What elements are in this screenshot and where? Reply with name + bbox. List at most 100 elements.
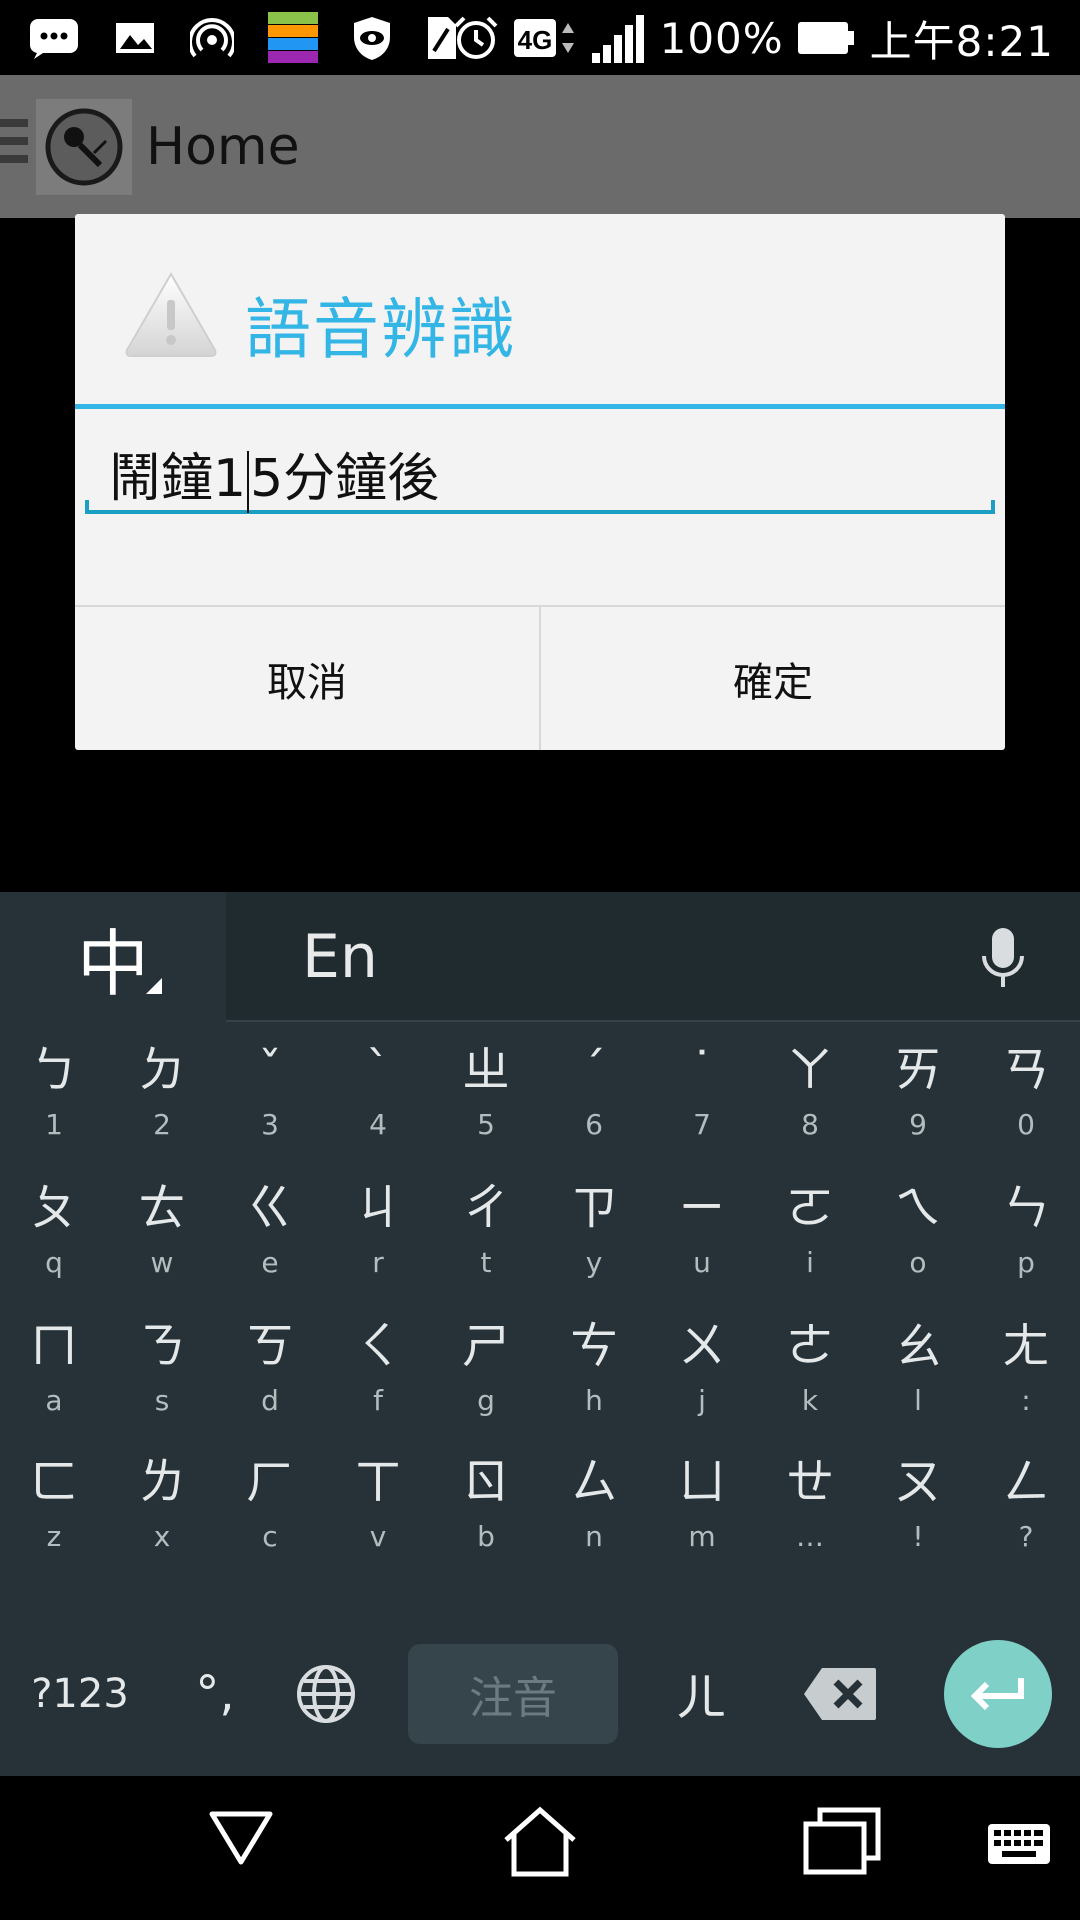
- key-zhuyin-label: ㄛ: [785, 1180, 834, 1236]
- keyboard-key[interactable]: ㄈz: [0, 1434, 108, 1570]
- key-alt-label: l: [914, 1384, 922, 1417]
- key-zhuyin-label: ㄔ: [461, 1180, 510, 1236]
- key-zhuyin-label: ㄖ: [461, 1454, 510, 1510]
- keyboard-key[interactable]: ㄍe: [216, 1160, 324, 1296]
- speech-text-input[interactable]: 鬧鐘15分鐘後: [85, 434, 995, 514]
- key-zhuyin-label: ㄗ: [569, 1180, 618, 1236]
- keyboard-key[interactable]: ㄥ?: [972, 1434, 1080, 1570]
- signal-icon: [591, 13, 646, 63]
- svg-text:4G: 4G: [517, 25, 552, 55]
- key-alt-label: 3: [261, 1108, 279, 1141]
- keyboard-key[interactable]: ㄐr: [324, 1160, 432, 1296]
- key-alt-label: 4: [369, 1108, 387, 1141]
- keyboard-key[interactable]: ㄅ1: [0, 1022, 108, 1158]
- keyboard-key[interactable]: ㄞ9: [864, 1022, 972, 1158]
- keyboard-key[interactable]: ˊ6: [540, 1022, 648, 1158]
- keyboard-key[interactable]: ㄘh: [540, 1298, 648, 1434]
- keyboard-key[interactable]: ㄙn: [540, 1434, 648, 1570]
- keyboard-key[interactable]: ㄠl: [864, 1298, 972, 1434]
- back-icon[interactable]: [206, 1806, 276, 1872]
- keyboard-key[interactable]: ㄩm: [648, 1434, 756, 1570]
- key-zhuyin-label: ㄒ: [353, 1454, 402, 1510]
- keyboard-icon[interactable]: [988, 1824, 1050, 1868]
- key-alt-label: …: [796, 1520, 824, 1553]
- keyboard-key[interactable]: ㄑf: [324, 1298, 432, 1434]
- keyboard-key[interactable]: ㄣp: [972, 1160, 1080, 1296]
- keyboard-key[interactable]: ㄏc: [216, 1434, 324, 1570]
- key-alt-label: g: [477, 1384, 495, 1417]
- key-zhuyin-label: ㄉ: [137, 1042, 186, 1098]
- keyboard-key[interactable]: ˙ 7: [648, 1022, 756, 1158]
- keyboard-key[interactable]: ㄨj: [648, 1298, 756, 1434]
- keyboard-key[interactable]: ㄛi: [756, 1160, 864, 1296]
- keyboard-key[interactable]: ㄇa: [0, 1298, 108, 1434]
- keyboard-key[interactable]: ㄜk: [756, 1298, 864, 1434]
- keyboard-key[interactable]: ˋ4: [324, 1022, 432, 1158]
- keyboard-key[interactable]: ㄎd: [216, 1298, 324, 1434]
- key-alt-label: f: [373, 1384, 383, 1417]
- key-alt-label: r: [372, 1246, 384, 1279]
- space-key-label: 注音: [408, 1644, 618, 1744]
- keyboard-key[interactable]: ㄌx: [108, 1434, 216, 1570]
- page-title: Home: [146, 117, 300, 177]
- key-alt-label: 0: [1017, 1108, 1035, 1141]
- er-key[interactable]: ㄦ: [650, 1612, 752, 1776]
- status-bar: 4G 100% 上午8:21: [0, 0, 1080, 75]
- mode-chinese-label: 中: [76, 921, 149, 1006]
- key-alt-label: z: [46, 1520, 62, 1553]
- enter-key[interactable]: [944, 1612, 1052, 1776]
- symbols-key[interactable]: ?123: [0, 1612, 160, 1776]
- keyboard-key[interactable]: ㄉ2: [108, 1022, 216, 1158]
- keyboard-row: ㄆqㄊwㄍeㄐrㄔtㄗyㄧuㄛiㄟoㄣp: [0, 1160, 1080, 1296]
- keyboard-key[interactable]: ㄡ!: [864, 1434, 972, 1570]
- space-key[interactable]: 注音: [408, 1612, 618, 1776]
- keyboard-key[interactable]: ㄟo: [864, 1160, 972, 1296]
- key-alt-label: k: [801, 1384, 819, 1417]
- keyboard-key[interactable]: ㄚ8: [756, 1022, 864, 1158]
- recents-icon[interactable]: [802, 1806, 882, 1880]
- key-alt-label: 9: [909, 1108, 927, 1141]
- key-zhuyin-label: ˙: [690, 1042, 714, 1098]
- drawer-menu-icon[interactable]: [0, 119, 28, 171]
- keyboard-key[interactable]: ㄧu: [648, 1160, 756, 1296]
- keyboard-key[interactable]: ㄆq: [0, 1160, 108, 1296]
- punctuation-key[interactable]: °,: [175, 1612, 255, 1776]
- key-zhuyin-label: ㄙ: [569, 1454, 618, 1510]
- keyboard-key[interactable]: ㄝ…: [756, 1434, 864, 1570]
- key-zhuyin-label: ㄢ: [1001, 1042, 1050, 1098]
- keyboard-key[interactable]: ˇ3: [216, 1022, 324, 1158]
- microphone-icon[interactable]: [976, 926, 1030, 990]
- key-alt-label: y: [585, 1246, 603, 1279]
- key-zhuyin-label: ㄅ: [29, 1042, 78, 1098]
- home-icon[interactable]: [500, 1806, 580, 1882]
- keyboard-key[interactable]: ㄓ5: [432, 1022, 540, 1158]
- keyboard-key[interactable]: ㄗy: [540, 1160, 648, 1296]
- key-alt-label: v: [369, 1520, 387, 1553]
- keyboard-key[interactable]: ㄕg: [432, 1298, 540, 1434]
- keyboard-key[interactable]: ㄔt: [432, 1160, 540, 1296]
- mode-english-button[interactable]: En: [302, 922, 378, 992]
- keyboard-key[interactable]: ㄒv: [324, 1434, 432, 1570]
- keyboard-key[interactable]: ㄋs: [108, 1298, 216, 1434]
- key-zhuyin-label: ㄚ: [785, 1042, 834, 1098]
- key-alt-label: u: [693, 1246, 711, 1279]
- keyboard-mode-bar: 中 En: [0, 892, 1080, 1022]
- ok-button[interactable]: 確定: [539, 607, 1005, 750]
- microphone-logo-icon[interactable]: [36, 99, 132, 195]
- keyboard-key[interactable]: ㄤ:: [972, 1298, 1080, 1434]
- key-zhuyin-label: ㄋ: [137, 1318, 186, 1374]
- dialog-title: 語音辨識: [245, 291, 517, 368]
- key-alt-label: n: [585, 1520, 603, 1553]
- cancel-button[interactable]: 取消: [75, 607, 539, 750]
- mode-dropdown-icon: [146, 978, 162, 994]
- key-alt-label: p: [1017, 1246, 1035, 1279]
- keyboard-key[interactable]: ㄢ0: [972, 1022, 1080, 1158]
- keyboard-key[interactable]: ㄊw: [108, 1160, 216, 1296]
- backspace-icon[interactable]: [790, 1612, 890, 1776]
- key-alt-label: t: [480, 1246, 492, 1279]
- network-4g-icon: 4G: [513, 13, 578, 63]
- key-alt-label: 1: [45, 1108, 63, 1141]
- mode-chinese-button[interactable]: 中: [0, 892, 226, 1022]
- globe-icon[interactable]: [276, 1612, 376, 1776]
- keyboard-key[interactable]: ㄖb: [432, 1434, 540, 1570]
